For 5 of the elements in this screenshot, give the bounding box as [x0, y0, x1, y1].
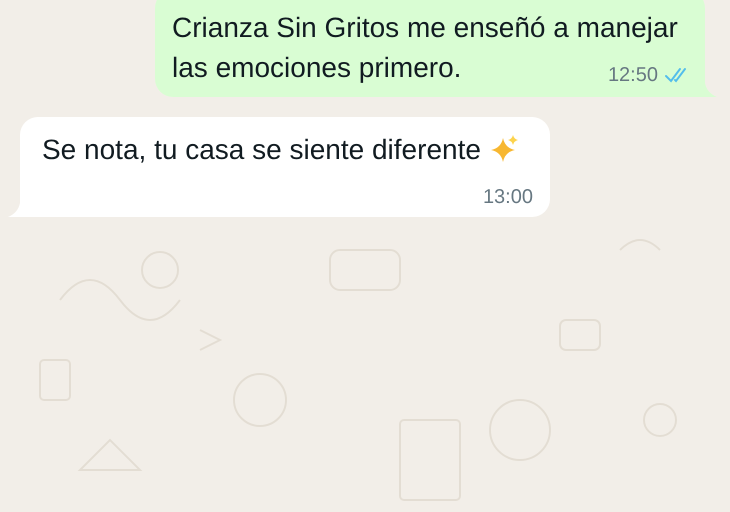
- message-text: Se nota, tu casa se siente diferente: [42, 133, 481, 167]
- message-time: 13:00: [482, 186, 533, 208]
- message-time: 12:50: [608, 64, 658, 86]
- message-text: Crianza Sin Gritos me enseñó a manejar: [172, 11, 678, 45]
- message-text: las emociones primero.: [172, 51, 462, 85]
